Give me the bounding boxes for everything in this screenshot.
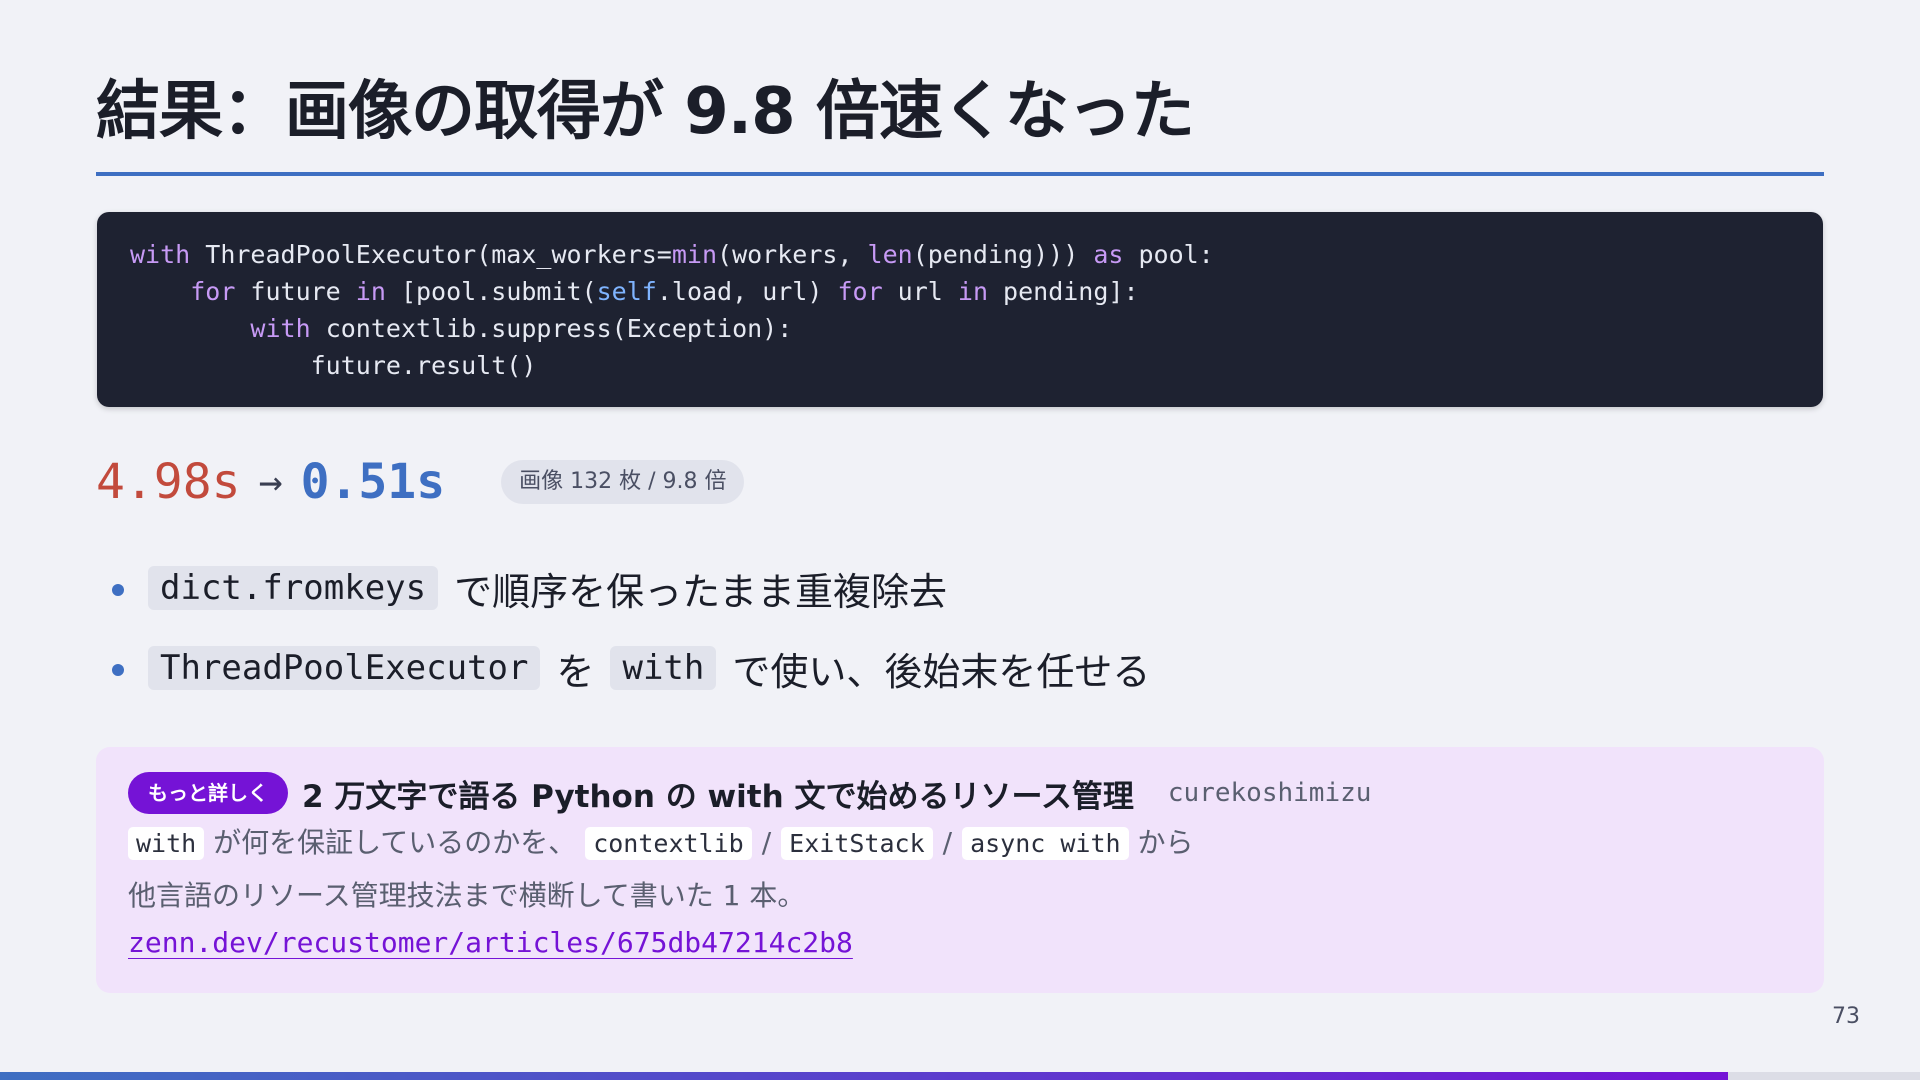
slide-title: 結果：画像の取得が 9.8 倍速くなった [96, 75, 1195, 149]
inline-code: with [610, 646, 717, 690]
code-token: (workers, [717, 240, 868, 269]
code-token: self [596, 277, 657, 306]
description-text: から [1137, 826, 1194, 859]
code-token: contextlib.suppress(Exception): [310, 314, 793, 343]
code-token: future [235, 277, 356, 306]
code-token: for [190, 277, 236, 306]
code-line: with contextlib.suppress(Exception): [130, 310, 1790, 347]
inline-code: ExitStack [781, 827, 933, 860]
bullet-text: で順序を保ったまま重複除去 [454, 569, 947, 614]
code-token: with [130, 240, 191, 269]
code-block: with ThreadPoolExecutor(max_workers=min(… [97, 212, 1823, 407]
code-token: ThreadPoolExecutor(max_workers= [190, 240, 672, 269]
article-title: 2 万文字で語る Python の with 文で始めるリソース管理 [302, 778, 1134, 815]
code-line: future.result() [130, 347, 1790, 384]
separator: / [942, 826, 953, 859]
code-token: [pool.submit( [385, 277, 597, 306]
page-number: 73 [1832, 1004, 1860, 1029]
metric-after: 0.51s [300, 454, 446, 510]
code-token: pool: [1123, 240, 1214, 269]
code-token: as [1093, 240, 1124, 269]
code-token: future.result() [130, 351, 537, 380]
bullet-text: で使い、後始末を任せる [732, 649, 1151, 694]
list-item: ThreadPoolExecutor を with で使い、後始末を任せる [108, 628, 1150, 708]
article-link[interactable]: zenn.dev/recustomer/articles/675db47214c… [128, 926, 853, 959]
code-line: for future in [pool.submit(self.load, ur… [130, 273, 1790, 310]
inline-code: with [128, 827, 205, 860]
code-token: for [837, 277, 883, 306]
code-token: min [671, 240, 718, 269]
code-token: with [250, 314, 311, 343]
code-line: with ThreadPoolExecutor(max_workers=min(… [130, 236, 1790, 273]
arrow-right-icon: → [258, 459, 283, 505]
speed-metric: 4.98s → 0.51s 画像 132 枚 / 9.8 倍 [96, 452, 745, 512]
description-text: が何を保証しているのかを、 [213, 826, 577, 859]
metric-badge: 画像 132 枚 / 9.8 倍 [501, 460, 745, 504]
article-author: curekoshimizu [1167, 778, 1372, 808]
inline-code: contextlib [585, 827, 752, 860]
description-line: 他言語のリソース管理技法まで横断して書いた 1 本。 [128, 879, 806, 912]
title-underline [96, 172, 1824, 176]
inline-code: ThreadPoolExecutor [148, 646, 541, 690]
bullet-dot-icon [112, 584, 124, 596]
card-header: もっと詳しく 2 万文字で語る Python の with 文で始めるリソース管… [128, 769, 1792, 817]
code-token: url [882, 277, 958, 306]
code-token: len [867, 240, 913, 269]
card-description: with が何を保証しているのかを、 contextlib / ExitStack /… [128, 817, 1792, 922]
description-line: with が何を保証しているのかを、 contextlib / ExitStack /… [128, 817, 1792, 870]
inline-code: dict.fromkeys [148, 566, 439, 610]
code-token: in [355, 277, 386, 306]
inline-code: async with [962, 827, 1129, 860]
bullet-text: を [556, 649, 595, 694]
progress-bar [0, 1072, 1920, 1080]
list-item: dict.fromkeys で順序を保ったまま重複除去 [108, 548, 1150, 628]
code-token: in [957, 277, 988, 306]
more-details-badge: もっと詳しく [128, 772, 288, 814]
code-token: (pending))) [912, 240, 1094, 269]
progress-fill [0, 1072, 1728, 1080]
bullet-list: dict.fromkeys で順序を保ったまま重複除去 ThreadPoolEx… [108, 548, 1150, 708]
bullet-dot-icon [112, 664, 124, 676]
code-token: .load, url) [656, 277, 838, 306]
metric-before: 4.98s [96, 454, 241, 510]
reference-card: もっと詳しく 2 万文字で語る Python の with 文で始めるリソース管… [96, 747, 1824, 993]
separator: / [761, 826, 772, 859]
code-token: pending]: [988, 277, 1139, 306]
